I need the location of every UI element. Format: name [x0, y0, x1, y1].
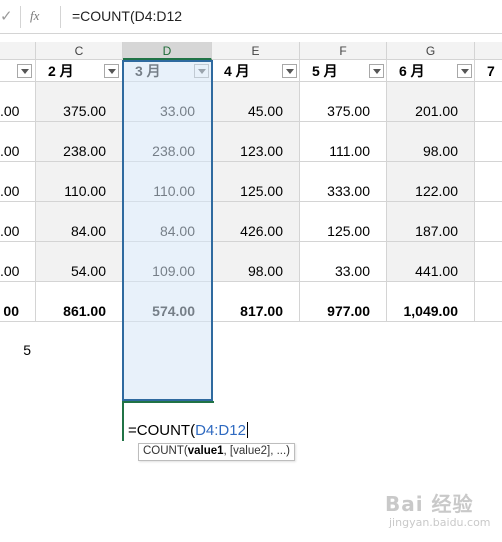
cell-formula-editor[interactable]: =COUNT(D4:D12 — [128, 422, 248, 439]
tooltip-fn: COUNT( — [143, 445, 188, 457]
header-label: 4 月 — [224, 63, 250, 79]
column-header-e[interactable]: E — [212, 42, 300, 60]
cell-f-row-4[interactable]: 125.00 — [300, 202, 387, 242]
cell-e-row-1[interactable]: 45.00 — [212, 82, 300, 122]
header-cell-f[interactable]: 5 月 — [300, 60, 387, 82]
header-label: 5 月 — [312, 63, 338, 79]
cell-e-row-3[interactable]: 125.00 — [212, 162, 300, 202]
filter-dropdown-icon[interactable] — [194, 64, 209, 78]
column-header-b[interactable] — [0, 42, 36, 60]
total-cell-c[interactable]: 861.00 — [36, 282, 123, 322]
header-cell-d[interactable]: 3 月 — [123, 60, 212, 82]
watermark-title: Bai 经验 — [385, 492, 474, 516]
cell-d-row-5[interactable]: 109.00 — [123, 242, 212, 282]
filter-dropdown-icon[interactable] — [369, 64, 384, 78]
tooltip-arg1: value1 — [187, 445, 224, 457]
cell-f-row-3[interactable]: 333.00 — [300, 162, 387, 202]
tooltip-rest: , [value2], ...) — [223, 445, 291, 457]
function-tooltip[interactable]: COUNT(value1, [value2], ...) — [138, 443, 296, 461]
header-label: 6 月 — [399, 63, 425, 79]
watermark-logo: Bai 经验 jingyan.baidu.com — [385, 488, 495, 534]
column-header-f[interactable]: F — [300, 42, 387, 60]
header-cell-g[interactable]: 6 月 — [387, 60, 475, 82]
cell-c-row-5[interactable]: 54.00 — [36, 242, 123, 282]
filter-dropdown-icon[interactable] — [104, 64, 119, 78]
cell-b-row-2[interactable]: .00 — [0, 122, 36, 162]
cell-f-row-2[interactable]: 111.00 — [300, 122, 387, 162]
filter-dropdown-icon[interactable] — [457, 64, 472, 78]
cell-d-row-3[interactable]: 110.00 — [123, 162, 212, 202]
cell-c-row-3[interactable]: 110.00 — [36, 162, 123, 202]
cell-d-row-2[interactable]: 238.00 — [123, 122, 212, 162]
filter-dropdown-icon[interactable] — [282, 64, 297, 78]
count-result-cell[interactable]: 5 — [0, 342, 36, 362]
header-cell-c[interactable]: 2 月 — [36, 60, 123, 82]
cell-e-row-5[interactable]: 98.00 — [212, 242, 300, 282]
cell-b-row-1[interactable]: .00 — [0, 82, 36, 122]
header-cell-b[interactable] — [0, 60, 36, 82]
header-cell-e[interactable]: 4 月 — [212, 60, 300, 82]
column-header-c[interactable]: C — [36, 42, 123, 60]
cell-g-row-1[interactable]: 201.00 — [387, 82, 475, 122]
total-cell-h[interactable] — [475, 282, 502, 322]
filter-dropdown-icon[interactable] — [17, 64, 32, 78]
cell-g-row-3[interactable]: 122.00 — [387, 162, 475, 202]
cell-d-row-1[interactable]: 33.00 — [123, 82, 212, 122]
formula-range-ref: D4:D12 — [195, 422, 246, 439]
enter-check-icon[interactable]: ✓ — [0, 7, 16, 27]
header-label: 7 — [487, 63, 495, 79]
cell-b-row-4[interactable]: .00 — [0, 202, 36, 242]
formula-prefix: =COUNT( — [128, 422, 196, 439]
total-cell-f[interactable]: 977.00 — [300, 282, 387, 322]
total-cell-e[interactable]: 817.00 — [212, 282, 300, 322]
column-header-d[interactable]: D — [123, 42, 212, 60]
formula-bar: ✓ fx =COUNT(D4:D12 — [0, 0, 502, 34]
cell-h-row-2[interactable] — [475, 122, 502, 162]
formula-bar-divider — [60, 6, 61, 28]
cell-g-row-4[interactable]: 187.00 — [387, 202, 475, 242]
cell-b-row-3[interactable]: .00 — [0, 162, 36, 202]
cell-h-row-1[interactable] — [475, 82, 502, 122]
cell-e-row-4[interactable]: 426.00 — [212, 202, 300, 242]
header-cell-h[interactable]: 7 — [475, 60, 502, 82]
watermark-url: jingyan.baidu.com — [389, 516, 491, 529]
text-caret — [246, 422, 248, 438]
cell-c-row-4[interactable]: 84.00 — [36, 202, 123, 242]
total-cell-b[interactable]: 00 — [0, 282, 36, 322]
cell-h-row-3[interactable] — [475, 162, 502, 202]
insert-function-icon[interactable]: fx — [30, 8, 50, 26]
cell-e-row-2[interactable]: 123.00 — [212, 122, 300, 162]
header-label: 2 月 — [48, 63, 74, 79]
cell-g-row-5[interactable]: 441.00 — [387, 242, 475, 282]
header-label: 3 月 — [135, 63, 161, 79]
formula-bar-divider — [20, 6, 21, 28]
total-cell-g[interactable]: 1,049.00 — [387, 282, 475, 322]
cell-h-row-5[interactable] — [475, 242, 502, 282]
cell-g-row-2[interactable]: 98.00 — [387, 122, 475, 162]
cell-d-row-4[interactable]: 84.00 — [123, 202, 212, 242]
cell-f-row-1[interactable]: 375.00 — [300, 82, 387, 122]
formula-input[interactable]: =COUNT(D4:D12 — [72, 8, 182, 26]
cell-c-row-1[interactable]: 375.00 — [36, 82, 123, 122]
cell-f-row-5[interactable]: 33.00 — [300, 242, 387, 282]
total-cell-d[interactable]: 574.00 — [123, 282, 212, 322]
column-header-g[interactable]: G — [387, 42, 475, 60]
cell-b-row-5[interactable]: .00 — [0, 242, 36, 282]
column-header-h[interactable] — [475, 42, 502, 60]
cell-h-row-4[interactable] — [475, 202, 502, 242]
cell-c-row-2[interactable]: 238.00 — [36, 122, 123, 162]
